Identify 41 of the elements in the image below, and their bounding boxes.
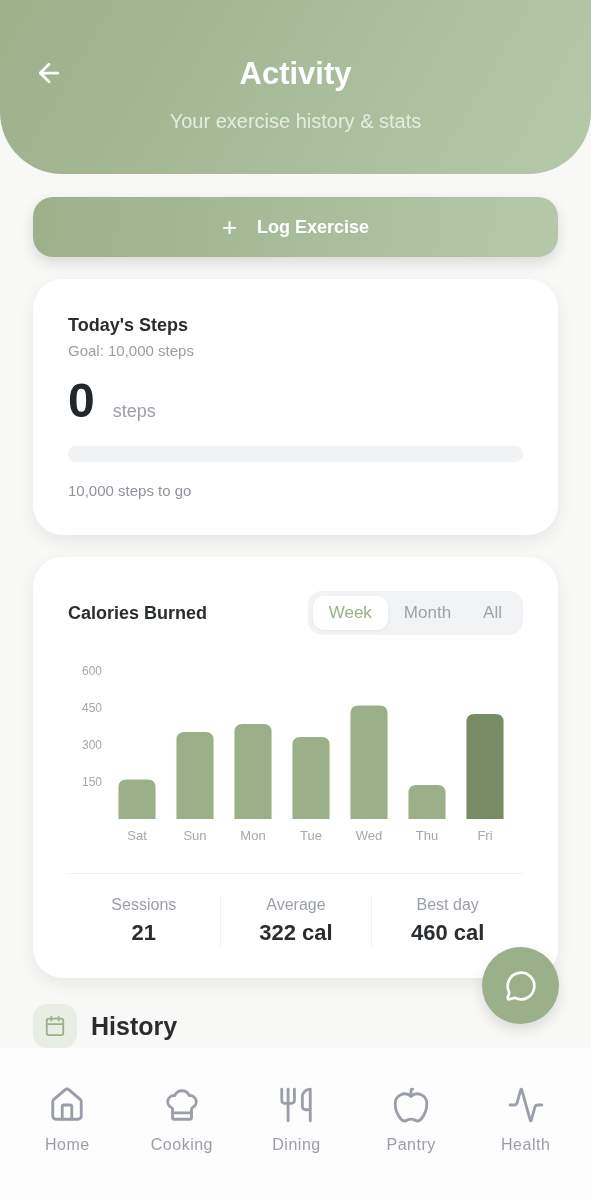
nav-item[interactable]: Dining xyxy=(239,1086,354,1154)
axis-label: 300 xyxy=(81,738,102,752)
steps-unit: steps xyxy=(112,401,156,422)
axis-label: 600 xyxy=(81,664,102,678)
stat-label: Best day xyxy=(416,896,479,914)
nav-item[interactable]: Health xyxy=(468,1086,583,1154)
steps-remaining: 10,000 steps to go xyxy=(68,482,193,499)
period-tab[interactable]: All xyxy=(467,596,518,630)
axis-label: 150 xyxy=(81,775,102,789)
period-tab[interactable]: Week xyxy=(312,596,388,630)
axis-label: Sat xyxy=(127,828,147,843)
axis-label: Sun xyxy=(183,828,207,843)
nav-item[interactable]: Cooking xyxy=(124,1086,240,1154)
stat-value: 322 cal xyxy=(259,920,333,946)
card-title: Today's Steps xyxy=(68,315,189,336)
chat-bubble-icon xyxy=(504,969,537,1002)
stat-label: Sessions xyxy=(111,896,177,914)
axis-label: Wed xyxy=(355,828,383,843)
nav-item[interactable]: Home xyxy=(10,1086,125,1154)
period-tab[interactable]: Month xyxy=(387,596,468,630)
axis-label: Mon xyxy=(240,828,266,843)
bar xyxy=(408,784,446,819)
log-exercise-button[interactable]: + Log Exercise xyxy=(33,197,558,257)
apple-icon xyxy=(392,1086,431,1124)
axis-label: Tue xyxy=(300,828,322,843)
calendar-icon xyxy=(33,1004,77,1048)
axis-label: Thu xyxy=(415,828,439,843)
stat-value: 21 xyxy=(131,920,157,946)
axis-label: Fri xyxy=(477,828,493,843)
bar xyxy=(118,779,156,819)
axis-label: 450 xyxy=(81,701,102,715)
nav-item[interactable]: Pantry xyxy=(353,1086,469,1154)
stat-value: 460 cal xyxy=(410,920,485,946)
section-title: History xyxy=(91,1011,178,1041)
steps-goal: Goal: 10,000 steps xyxy=(68,342,195,359)
card-title: Calories Burned xyxy=(68,602,208,624)
steps-count: 0 xyxy=(68,373,95,428)
pulse-icon xyxy=(506,1086,545,1124)
page-subtitle: Your exercise history & stats xyxy=(169,110,422,133)
page-title: Activity xyxy=(239,56,352,92)
stat-label: Average xyxy=(266,896,326,914)
